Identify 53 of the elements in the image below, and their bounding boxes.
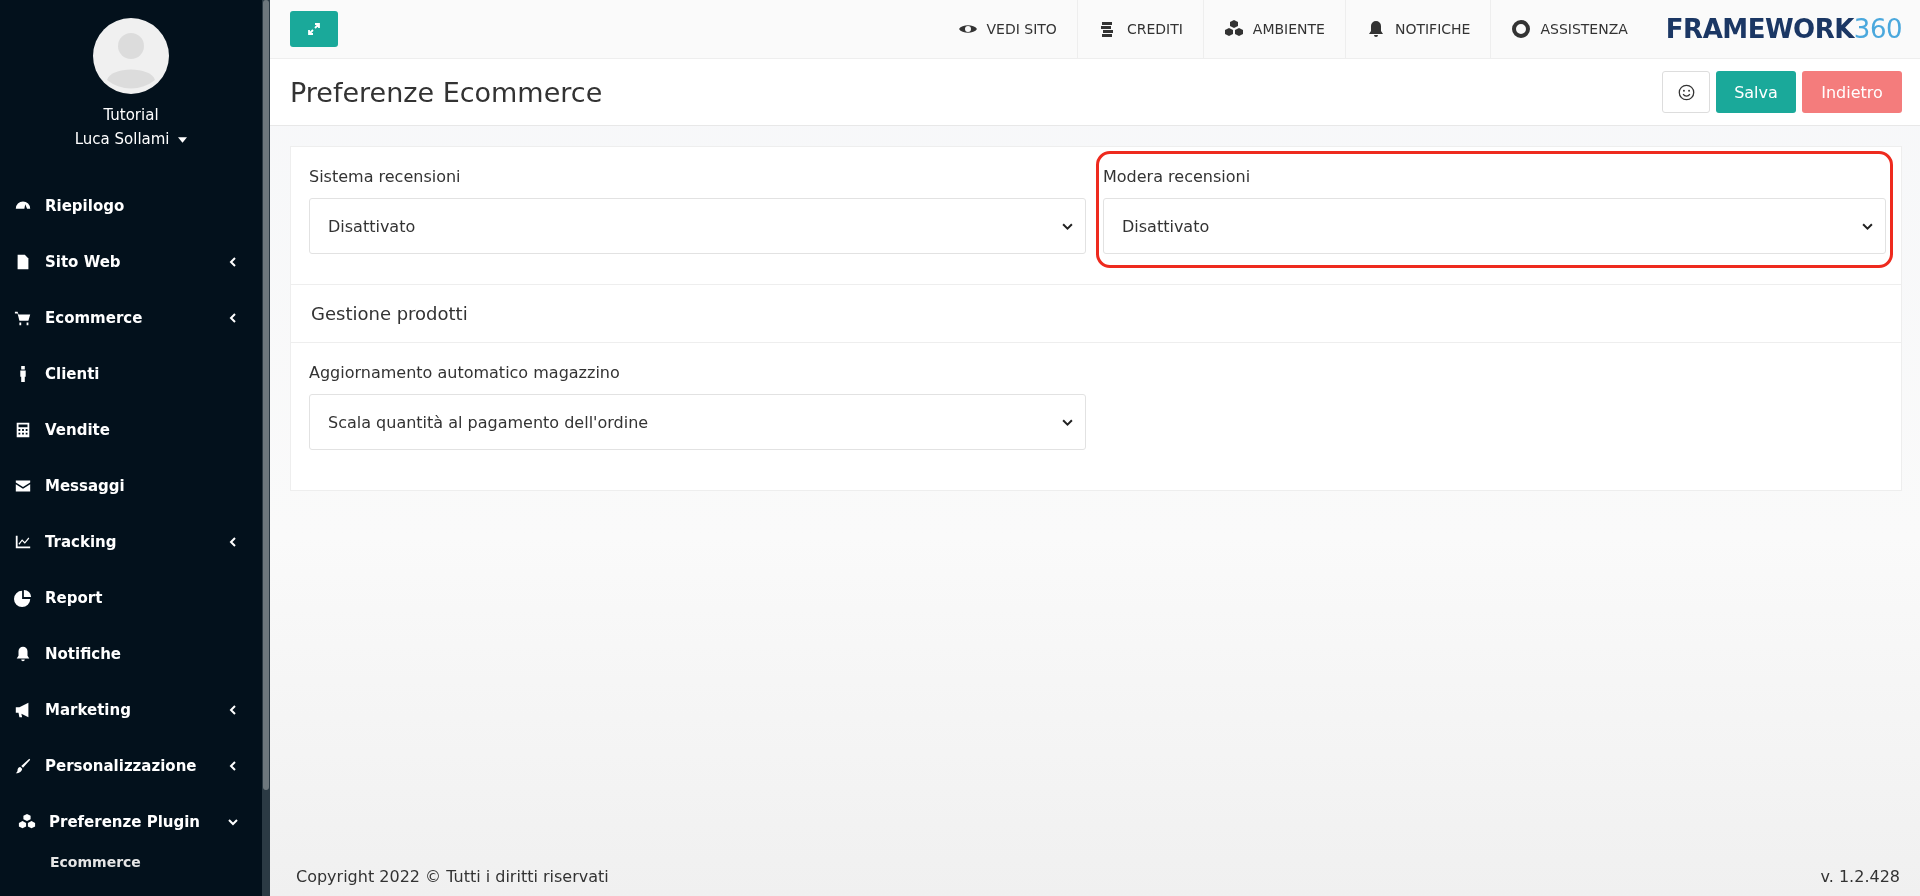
sidebar-item[interactable]: Personalizzazione xyxy=(0,738,262,794)
expand-icon xyxy=(308,23,320,35)
sidebar-subitem[interactable]: Ecommerce xyxy=(0,850,262,870)
sidebar-item[interactable]: Clienti xyxy=(0,346,262,402)
field-label: Modera recensioni xyxy=(1103,167,1252,186)
select-field[interactable]: Disattivato xyxy=(309,198,1086,254)
section-title: Gestione prodotti xyxy=(291,285,1901,343)
nav-link[interactable]: AMBIENTE xyxy=(1202,0,1345,58)
caret-down-icon xyxy=(178,136,188,143)
field-label: Sistema recensioni xyxy=(309,167,462,186)
avatar-icon xyxy=(93,18,169,94)
sidebar-item[interactable]: Vendite xyxy=(0,402,262,458)
bell-icon xyxy=(14,645,32,663)
cart-icon xyxy=(14,309,32,327)
chevron-down-icon xyxy=(228,817,238,827)
copyright-text: Copyright 2022 © Tutti i diritti riservati xyxy=(296,866,609,886)
nav-link[interactable]: ASSISTENZA xyxy=(1490,0,1648,58)
nav-link[interactable]: NOTIFICHE xyxy=(1344,0,1491,58)
chevron-left-icon xyxy=(228,537,238,547)
sidebar-item[interactable]: Tracking xyxy=(0,514,262,570)
select-field[interactable]: Scala quantità al pagamento dell'ordine xyxy=(309,394,1086,450)
field-label: Aggiornamento automatico magazzino xyxy=(309,363,621,382)
fullscreen-button[interactable] xyxy=(290,11,338,47)
sidebar-item[interactable]: Report xyxy=(0,570,262,626)
sidebar-item[interactable]: Messaggi xyxy=(0,458,262,514)
chevron-left-icon xyxy=(228,761,238,771)
smiley-icon xyxy=(1677,83,1695,101)
scrollbar[interactable] xyxy=(263,0,269,790)
user-group: Tutorial xyxy=(103,106,159,124)
sidebar-item[interactable]: Notifiche xyxy=(0,626,262,682)
line-chart-icon xyxy=(14,533,32,551)
logo: FRAMEWORK360 xyxy=(1665,14,1902,44)
calculator-icon xyxy=(14,421,32,439)
chevron-left-icon xyxy=(228,313,238,323)
cubes-icon xyxy=(18,813,36,831)
nav-link[interactable]: VEDI SITO xyxy=(937,0,1077,58)
sidebar-item[interactable]: Sito Web xyxy=(0,234,262,290)
version-text: v. 1.2.428 xyxy=(1820,866,1900,886)
nav-link[interactable]: CREDITI xyxy=(1076,0,1203,58)
pie-chart-icon xyxy=(14,589,32,607)
brush-icon xyxy=(14,757,32,775)
sidebar-item[interactable]: Marketing xyxy=(0,682,262,738)
emoji-button[interactable] xyxy=(1662,71,1710,113)
user-menu[interactable]: Luca Sollami xyxy=(74,130,188,148)
chevron-left-icon xyxy=(228,257,238,267)
lifebuoy-icon xyxy=(1511,19,1532,39)
page-title: Preferenze Ecommerce xyxy=(290,76,603,108)
sidebar-item[interactable]: Ecommerce xyxy=(0,290,262,346)
cubes-icon xyxy=(1223,19,1244,39)
sidebar-item[interactable]: Preferenze Plugin xyxy=(0,794,262,850)
select-field[interactable]: Disattivato xyxy=(1103,198,1886,254)
chevron-left-icon xyxy=(228,705,238,715)
sidebar-item[interactable]: Riepilogo xyxy=(0,178,262,234)
